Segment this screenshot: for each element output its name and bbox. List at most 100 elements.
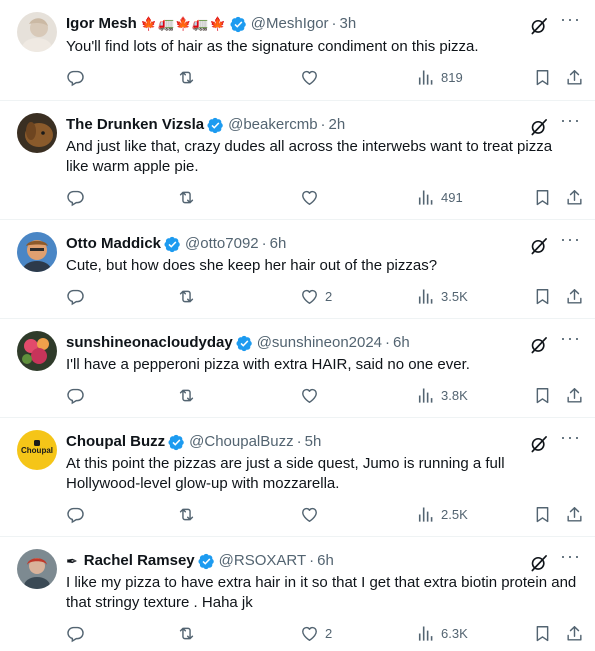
reply-icon: [66, 386, 85, 405]
views-button[interactable]: 3.5K: [416, 287, 468, 306]
avatar[interactable]: [17, 113, 57, 153]
tweet[interactable]: Igor Mesh 🍁🚛🍁🚛🍁 @MeshIgor · 3h ··· You'l…: [0, 0, 595, 101]
bookmark-icon: [533, 188, 552, 207]
retweet-button[interactable]: [177, 188, 202, 207]
bookmark-button[interactable]: [533, 505, 552, 524]
grok-icon[interactable]: [529, 434, 549, 454]
avatar[interactable]: [17, 232, 57, 272]
avatar[interactable]: Choupal: [17, 430, 57, 470]
more-icon[interactable]: ···: [560, 111, 580, 133]
views-button[interactable]: 6.3K: [416, 624, 468, 643]
reply-button[interactable]: [66, 505, 91, 524]
timestamp[interactable]: 3h: [340, 14, 357, 34]
like-button[interactable]: 2: [300, 287, 332, 306]
views-button[interactable]: 491: [416, 188, 463, 207]
reply-button[interactable]: [66, 287, 91, 306]
author-name[interactable]: Choupal Buzz: [66, 432, 165, 452]
author-name[interactable]: Rachel Ramsey: [84, 551, 195, 571]
timestamp[interactable]: 6h: [393, 333, 410, 353]
reply-button[interactable]: [66, 68, 91, 87]
tweet[interactable]: sunshineonacloudyday @sunshineon2024 · 6…: [0, 319, 595, 418]
reply-button[interactable]: [66, 188, 91, 207]
like-button[interactable]: [300, 188, 325, 207]
retweet-button[interactable]: [177, 287, 202, 306]
reply-button[interactable]: [66, 624, 91, 643]
grok-icon[interactable]: [529, 117, 549, 137]
more-icon[interactable]: ···: [560, 428, 580, 450]
bookmark-button[interactable]: [533, 386, 552, 405]
more-icon[interactable]: ···: [560, 329, 580, 351]
share-button[interactable]: [565, 624, 584, 643]
grok-icon[interactable]: [529, 236, 549, 256]
author-handle[interactable]: @RSOXART: [219, 551, 306, 571]
author-name[interactable]: The Drunken Vizsla: [66, 115, 204, 135]
separator: ·: [261, 235, 267, 252]
share-button[interactable]: [565, 68, 584, 87]
retweet-icon: [177, 386, 196, 405]
tweet-header: Otto Maddick @otto7092 · 6h: [66, 234, 535, 254]
views-button[interactable]: 3.8K: [416, 386, 468, 405]
reply-button[interactable]: [66, 386, 91, 405]
like-button[interactable]: 2: [300, 624, 332, 643]
action-bar: 2.5K: [66, 505, 583, 525]
avatar[interactable]: [17, 549, 57, 589]
tweet[interactable]: Otto Maddick @otto7092 · 6h ··· Cute, bu…: [0, 220, 595, 319]
timestamp[interactable]: 5h: [305, 432, 322, 452]
timestamp[interactable]: 6h: [317, 551, 334, 571]
like-button[interactable]: [300, 68, 325, 87]
tweet-text: I'll have a pepperoni pizza with extra H…: [66, 356, 470, 373]
views-count: 2.5K: [441, 507, 468, 522]
bookmark-button[interactable]: [533, 624, 552, 643]
bookmark-button[interactable]: [533, 287, 552, 306]
views-button[interactable]: 2.5K: [416, 505, 468, 524]
author-name[interactable]: sunshineonacloudyday: [66, 333, 233, 353]
share-button[interactable]: [565, 505, 584, 524]
action-bar: 3.8K: [66, 386, 583, 406]
bookmark-button[interactable]: [533, 68, 552, 87]
retweet-button[interactable]: [177, 386, 202, 405]
bookmark-button[interactable]: [533, 188, 552, 207]
like-icon: [300, 386, 319, 405]
views-button[interactable]: 819: [416, 68, 463, 87]
verified-icon: [236, 335, 253, 352]
tweet[interactable]: The Drunken Vizsla @beakercmb · 2h ··· A…: [0, 101, 595, 220]
reply-icon: [66, 287, 85, 306]
author-handle[interactable]: @MeshIgor: [251, 14, 329, 34]
timestamp[interactable]: 6h: [270, 234, 287, 254]
like-button[interactable]: [300, 505, 325, 524]
author-handle[interactable]: @beakercmb: [228, 115, 317, 135]
author-name[interactable]: Otto Maddick: [66, 234, 161, 254]
author-name[interactable]: Igor Mesh: [66, 14, 137, 34]
grok-icon[interactable]: [529, 553, 549, 573]
verified-icon: [230, 16, 247, 33]
timestamp[interactable]: 2h: [329, 115, 346, 135]
share-button[interactable]: [565, 386, 584, 405]
tweet-text: At this point the pizzas are just a side…: [66, 455, 505, 492]
like-button[interactable]: [300, 386, 325, 405]
views-icon: [416, 287, 435, 306]
share-button[interactable]: [565, 188, 584, 207]
retweet-button[interactable]: [177, 68, 202, 87]
tweet[interactable]: ✒ Rachel Ramsey @RSOXART · 6h ··· I like…: [0, 537, 595, 651]
avatar-label: Choupal: [21, 446, 53, 455]
reply-icon: [66, 68, 85, 87]
like-icon: [300, 68, 319, 87]
tweet[interactable]: Choupal Choupal Buzz @ChoupalBuzz · 5h ·…: [0, 418, 595, 537]
author-handle[interactable]: @ChoupalBuzz: [189, 432, 293, 452]
share-button[interactable]: [565, 287, 584, 306]
avatar[interactable]: [17, 12, 57, 52]
retweet-button[interactable]: [177, 505, 202, 524]
retweet-button[interactable]: [177, 624, 202, 643]
more-icon[interactable]: ···: [560, 230, 580, 252]
grok-icon[interactable]: [529, 335, 549, 355]
tweet-header: ✒ Rachel Ramsey @RSOXART · 6h: [66, 551, 535, 571]
author-handle[interactable]: @otto7092: [185, 234, 259, 254]
grok-icon[interactable]: [529, 16, 549, 36]
like-icon: [300, 287, 319, 306]
more-icon[interactable]: ···: [560, 10, 580, 32]
views-icon: [416, 505, 435, 524]
avatar[interactable]: [17, 331, 57, 371]
author-handle[interactable]: @sunshineon2024: [257, 333, 382, 353]
more-icon[interactable]: ···: [560, 547, 580, 569]
tweet-text: Cute, but how does she keep her hair out…: [66, 257, 438, 274]
